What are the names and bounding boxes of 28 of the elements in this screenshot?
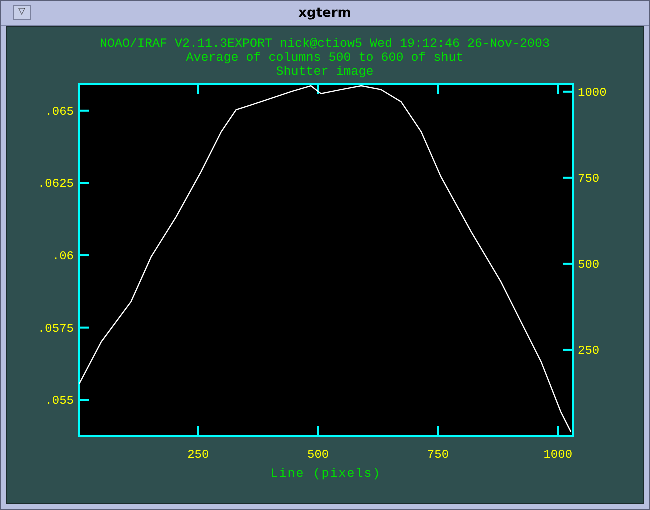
tick-label: .055 (45, 394, 74, 408)
plot-title: NOAO/IRAF V2.11.3EXPORT nick@ctiow5 Wed 19:12:46 26-Nov-2003 (100, 37, 550, 51)
axis-tick (79, 399, 89, 402)
axis-tick (79, 110, 89, 112)
axis-tick (563, 262, 573, 265)
axis-label: Line (pixels) (270, 467, 382, 481)
axis-tick (563, 348, 573, 351)
axis-tick (79, 182, 89, 184)
window-title: xgterm (298, 6, 352, 20)
tick-label: .0575 (38, 322, 74, 336)
tick-label: 250 (188, 448, 210, 462)
tick-label: 500 (578, 258, 600, 272)
axis-tick (79, 254, 89, 257)
tick-label: 500 (308, 448, 330, 462)
tick-label: 750 (427, 448, 450, 462)
tick-label: .06 (52, 250, 74, 264)
window-menu-button[interactable]: ▽ (13, 5, 31, 20)
tick-label: 750 (578, 172, 600, 186)
axis-tick (563, 90, 573, 93)
axis-tick (563, 176, 573, 179)
tick-label: .0625 (38, 177, 74, 192)
tick-label: 1000 (578, 86, 607, 100)
tick-label: .065 (45, 104, 74, 119)
axis-tick (79, 326, 89, 329)
plot-title: Shutter image (276, 65, 374, 79)
tick-label: 1000 (544, 448, 573, 462)
plot-title: Average of columns 500 to 600 of shut (186, 51, 464, 65)
tick-label: 250 (578, 344, 600, 358)
